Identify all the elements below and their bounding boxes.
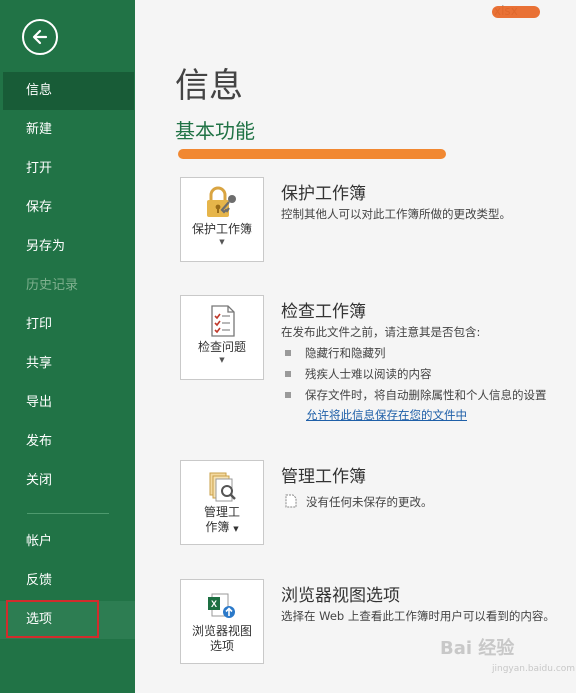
- redaction-mark: [492, 6, 540, 18]
- protect-workbook-desc: 控制其他人可以对此工作簿所做的更改类型。: [281, 207, 511, 221]
- nav-publish[interactable]: 发布: [0, 423, 135, 461]
- inspect-workbook-title: 检查工作簿: [281, 302, 366, 322]
- check-issues-label: 检查问题: [197, 340, 246, 354]
- bullet-text: 隐藏行和隐藏列: [305, 346, 386, 360]
- browser-view-options-button[interactable]: X 浏览器视图 选项: [180, 579, 264, 664]
- document-icon: [285, 494, 297, 508]
- nav-share[interactable]: 共享: [0, 345, 135, 383]
- bullet-icon: [285, 349, 291, 356]
- watermark: Bai 经验: [440, 638, 515, 659]
- nav-info[interactable]: 信息: [3, 72, 134, 110]
- list-item: 保存文件时，将自动删除属性和个人信息的设置: [285, 387, 547, 403]
- protect-workbook-label: 保护工作簿: [191, 222, 252, 236]
- check-issues-button[interactable]: 检查问题 ▼: [180, 295, 264, 380]
- bullet-text: 保存文件时，将自动删除属性和个人信息的设置: [305, 388, 547, 402]
- nav-close[interactable]: 关闭: [0, 462, 135, 500]
- section-title: 基本功能: [175, 119, 255, 143]
- no-unsaved-changes-text: 没有任何未保存的更改。: [306, 495, 433, 509]
- nav-feedback[interactable]: 反馈: [0, 562, 135, 600]
- manage-workbook-label-text: 作簿: [205, 520, 230, 534]
- manage-workbook-label-1: 管理工: [203, 505, 240, 519]
- nav-history: 历史记录: [26, 278, 79, 293]
- manage-workbook-title: 管理工作簿: [281, 467, 366, 487]
- redaction-mark: [178, 149, 446, 159]
- protect-workbook-button[interactable]: 保护工作簿 ▼: [180, 177, 264, 262]
- page-title: 信息: [175, 66, 243, 106]
- nav-save[interactable]: 保存: [0, 189, 135, 227]
- nav-export[interactable]: 导出: [0, 384, 135, 422]
- nav-new[interactable]: 新建: [0, 111, 135, 149]
- manage-versions-icon: [209, 472, 236, 502]
- list-item: 隐藏行和隐藏列: [285, 345, 386, 361]
- manage-workbook-button[interactable]: 管理工 作簿 ▼: [180, 460, 264, 545]
- watermark-sub: jingyan.baidu.com: [492, 664, 576, 674]
- backstage-sidebar: 信息 新建 打开 保存 另存为 历史记录 打印 共享 导出 发布 关闭 帐户 反…: [0, 0, 135, 693]
- back-button[interactable]: [22, 19, 58, 55]
- allow-save-info-link[interactable]: 允许将此信息保存在您的文件中: [306, 407, 467, 423]
- manage-workbook-label-2: 作簿 ▼: [205, 520, 238, 537]
- browser-view-label-1: 浏览器视图: [191, 624, 252, 638]
- browser-view-title: 浏览器视图选项: [281, 586, 400, 606]
- chevron-down-icon: ▼: [233, 525, 239, 533]
- list-item: 残疾人士难以阅读的内容: [285, 366, 432, 382]
- bullet-text: 残疾人士难以阅读的内容: [305, 367, 432, 381]
- bullet-icon: [285, 391, 291, 398]
- nav-open[interactable]: 打开: [0, 150, 135, 188]
- back-arrow-icon: [32, 29, 48, 45]
- browser-view-label-2: 选项: [209, 639, 234, 653]
- nav-account[interactable]: 帐户: [0, 523, 135, 561]
- nav-options[interactable]: 选项: [0, 601, 135, 639]
- nav-save-as[interactable]: 另存为: [0, 228, 135, 266]
- protect-workbook-title: 保护工作簿: [281, 184, 366, 204]
- chevron-down-icon: ▼: [219, 356, 225, 364]
- chevron-down-icon: ▼: [219, 238, 225, 246]
- excel-web-icon: X: [208, 593, 235, 618]
- inspect-workbook-desc: 在发布此文件之前，请注意其是否包含:: [281, 325, 481, 339]
- lock-key-icon: [207, 186, 236, 217]
- sidebar-divider: [27, 513, 109, 514]
- inspect-document-icon: [211, 305, 235, 337]
- nav-print[interactable]: 打印: [0, 306, 135, 344]
- svg-text:X: X: [211, 599, 217, 609]
- browser-view-desc: 选择在 Web 上查看此工作簿时用户可以看到的内容。: [281, 609, 555, 623]
- bullet-icon: [285, 370, 291, 377]
